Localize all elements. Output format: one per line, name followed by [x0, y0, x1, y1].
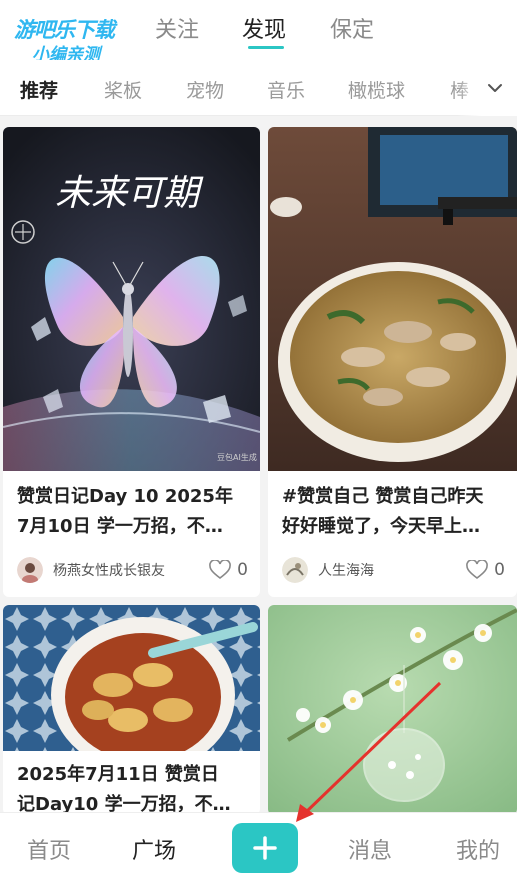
- post-image-blossoms: [268, 605, 517, 815]
- tab-follow[interactable]: 关注: [155, 12, 199, 44]
- category-pets[interactable]: 宠物: [186, 76, 224, 103]
- post-card[interactable]: #赞赏自己 赞赏自己昨天 好好睡觉了，今天早上… 人生海海 0: [268, 127, 517, 597]
- create-post-button[interactable]: [232, 823, 298, 873]
- post-title: #赞赏自己 赞赏自己昨天 好好睡觉了，今天早上…: [282, 482, 507, 542]
- image-caption-text: 未来可期: [55, 173, 204, 214]
- post-author[interactable]: 人生海海: [282, 557, 374, 583]
- post-title: 赞赏日记Day 10 2025年 7月10日 学一万招，不…: [17, 482, 250, 542]
- nav-mine[interactable]: 我的: [456, 833, 500, 865]
- heart-icon: [466, 560, 489, 580]
- tab-local-city[interactable]: 保定: [330, 12, 374, 44]
- like-button[interactable]: 0: [209, 560, 248, 580]
- nav-home[interactable]: 首页: [27, 833, 71, 865]
- like-button[interactable]: 0: [466, 560, 505, 580]
- nav-square[interactable]: 广场: [132, 833, 176, 865]
- site-watermark: 游吧乐下载 小编亲测: [8, 6, 154, 65]
- author-name: 人生海海: [318, 563, 374, 579]
- category-paddleboard[interactable]: 桨板: [104, 76, 142, 103]
- post-title-line1: #赞赏自己 赞赏自己昨天: [282, 486, 484, 507]
- post-image-soup: [268, 127, 517, 471]
- post-card[interactable]: 未来可期 豆包AI生成 赞赏日记Day 10 2025年 7月10日 学一万招，…: [3, 127, 260, 597]
- category-rugby[interactable]: 橄榄球: [348, 76, 405, 103]
- post-title-line2: 好好睡觉了，今天早上…: [282, 516, 480, 537]
- post-author[interactable]: 杨燕女性成长银友: [17, 557, 165, 583]
- post-title-line1: 赞赏日记Day 10 2025年: [17, 486, 233, 507]
- top-tab-bar: 关注 发现 保定 游吧乐下载 小编亲测: [0, 0, 517, 65]
- like-count: 0: [237, 560, 248, 580]
- nav-messages[interactable]: 消息: [348, 833, 392, 865]
- post-image-wontons: [3, 605, 260, 751]
- post-image-butterfly: 未来可期 豆包AI生成: [3, 127, 260, 471]
- post-card[interactable]: 2025年7月11日 赞赏日 记Day10 学一万招，不…: [3, 605, 260, 815]
- app-screen: 关注 发现 保定 游吧乐下载 小编亲测 推荐 桨板 宠物 音乐 橄榄球 棒: [0, 0, 517, 892]
- bottom-navigation: 首页 广场 消息 我的: [0, 812, 517, 892]
- tab-discover[interactable]: 发现: [242, 12, 286, 44]
- post-title-line2: 7月10日 学一万招，不…: [17, 516, 223, 537]
- plus-icon: [253, 836, 277, 860]
- ai-generated-badge: 豆包AI生成: [217, 452, 257, 462]
- avatar[interactable]: [282, 557, 308, 583]
- post-card[interactable]: [268, 605, 517, 815]
- author-name: 杨燕女性成长银友: [53, 563, 165, 579]
- heart-icon: [209, 560, 232, 580]
- category-recommend[interactable]: 推荐: [20, 76, 58, 103]
- post-title-line1: 2025年7月11日 赞赏日: [17, 764, 219, 785]
- avatar[interactable]: [17, 557, 43, 583]
- category-bar: 推荐 桨板 宠物 音乐 橄榄球 棒: [0, 60, 517, 116]
- like-count: 0: [494, 560, 505, 580]
- category-music[interactable]: 音乐: [267, 76, 305, 103]
- active-tab-indicator: [248, 46, 284, 49]
- chevron-down-icon[interactable]: [487, 80, 503, 96]
- post-title: 2025年7月11日 赞赏日 记Day10 学一万招，不…: [17, 760, 250, 815]
